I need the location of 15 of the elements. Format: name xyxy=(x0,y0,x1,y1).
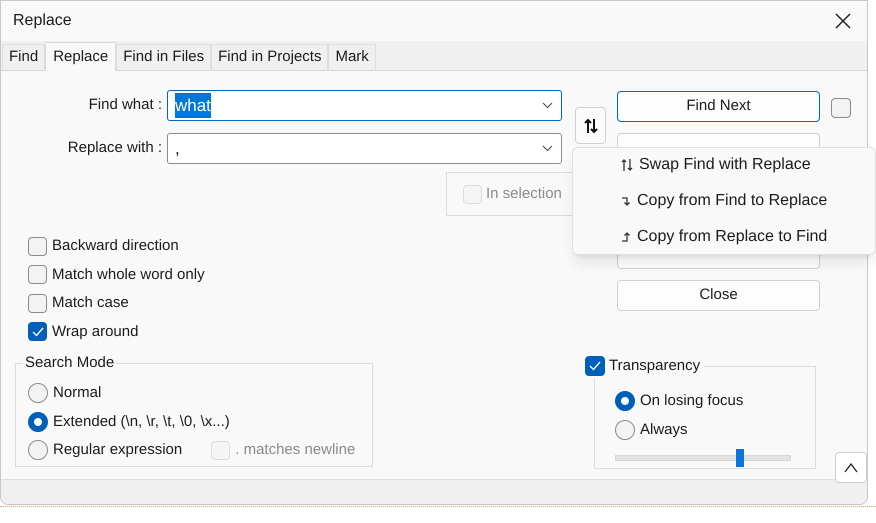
window-title: Replace xyxy=(13,11,72,31)
field-label: Find what : xyxy=(88,95,163,116)
field-label: Replace with : xyxy=(66,138,163,158)
radio-label: Always xyxy=(640,420,688,440)
checkbox-label: Backward direction xyxy=(52,236,179,256)
checkbox-label: Transparency xyxy=(609,356,700,376)
checkbox-label: Wrap around xyxy=(52,322,138,342)
radio-label: Extended (\n, \r, \t, \0, \x...) xyxy=(53,412,230,432)
checkbox-label: . matches newline xyxy=(235,440,356,460)
radio-label: On losing focus xyxy=(640,391,744,411)
checkbox-label: Match case xyxy=(52,293,129,313)
radio-label: Regular expression xyxy=(53,440,182,460)
checkbox-label: In selection xyxy=(486,184,562,204)
radio-label: Normal xyxy=(53,383,102,403)
checkbox-label: Match whole word only xyxy=(52,264,205,284)
